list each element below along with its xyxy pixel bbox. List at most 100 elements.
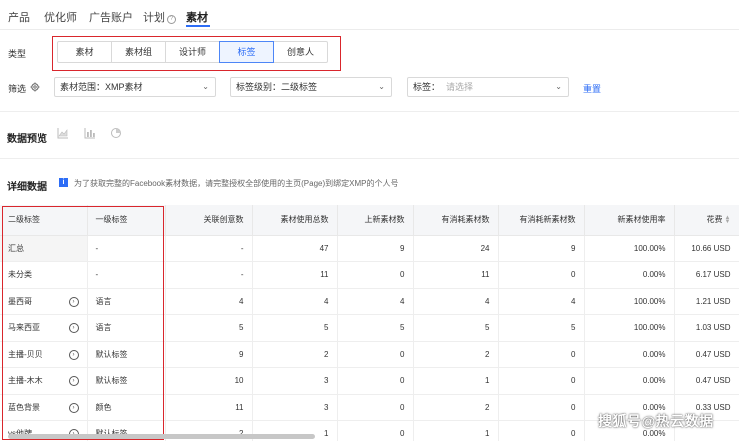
type-option-tag[interactable]: 标签 [219,41,274,63]
type-option-material-group[interactable]: 素材组 [111,41,166,63]
type-option-creator[interactable]: 创意人 [273,41,328,63]
cell-text: 11 [235,402,244,412]
cell-text: 9 [400,243,405,253]
cell-text: 1 [485,376,490,386]
tag-select-label: 标签： [413,82,441,92]
cell-text: 5 [239,323,244,333]
cell-rate: 0.00% [584,367,675,395]
column-header[interactable]: 素材使用总数 [252,205,338,236]
cell-rate: 100.00% [584,314,675,342]
cell-text: 1.21 USD [695,296,731,306]
cell-text: 0 [400,429,405,439]
cell-new: 5 [337,314,414,342]
tab-material[interactable]: 素材 [186,9,208,25]
cell-total: 3 [252,394,338,421]
active-tab-indicator [186,25,210,27]
detail-title: 详细数据 [7,182,47,193]
column-header[interactable]: 上新素材数 [337,205,414,236]
area-chart-icon[interactable] [57,127,69,139]
column-header[interactable]: 关联创意数 [165,205,253,236]
tab-product[interactable]: 产品 [8,9,30,25]
gear-icon[interactable] [30,82,40,92]
column-header[interactable]: 新素材使用率 [584,205,675,236]
cell-text: 5 [485,323,490,333]
cell-total: 11 [252,261,338,289]
cell-text: 4 [239,296,244,306]
tag-select[interactable]: 标签： 请选择 ⌄ [407,77,569,97]
column-header[interactable]: 有消耗素材数 [413,205,499,236]
cell-new: 0 [337,367,414,395]
cell-text: 0 [571,376,576,386]
cell-spend: 0.47 USD [674,341,739,368]
cell-text: 100.00% [633,243,666,253]
cell-consumed: 1 [413,420,499,441]
cell-text: 0.47 USD [695,349,731,359]
type-option-designer[interactable]: 设计师 [165,41,220,63]
cell-new: 0 [337,341,414,368]
column-header-spend[interactable]: 花费 ▲ ▼ [674,205,739,236]
cell-text: 3 [324,402,329,412]
cell-consumed_new: 0 [498,261,585,289]
reset-button[interactable]: 重置 [583,82,601,95]
highlight-box [2,206,164,440]
cell-text: 11 [481,270,490,280]
chevron-down-icon: ⌄ [555,82,562,91]
type-segmented-control: 素材 素材组 设计师 标签 创意人 [57,41,328,63]
tab-ad-account[interactable]: 广告账户 [89,9,133,25]
cell-consumed_new: 0 [498,420,585,441]
cell-spend: 1.03 USD [674,314,739,342]
type-option-material[interactable]: 素材 [57,41,112,63]
cell-text: 2 [485,402,490,412]
bar-chart-icon[interactable] [84,127,96,139]
cell-consumed: 1 [413,367,499,395]
cell-text: 6.17 USD [695,270,731,280]
cell-text: 100.00% [633,296,666,306]
cell-text: 0 [400,270,405,280]
cell-text: - [240,243,244,253]
scope-select-value: 素材范围：XMP素材 [60,82,143,92]
cell-text: 9 [239,349,244,359]
cell-new: 0 [337,261,414,289]
cell-consumed: 4 [413,288,499,315]
preview-title: 数据预览 [7,134,47,145]
pie-chart-icon[interactable] [110,127,122,139]
level-select[interactable]: 标签级别：二级标签 ⌄ [230,77,392,97]
cell-creatives: - [165,261,253,289]
watermark: 搜狐号@热云数据 [598,413,714,429]
chevron-down-icon: ⌄ [202,82,209,91]
cell-consumed_new: 4 [498,288,585,315]
cell-consumed_new: 0 [498,367,585,395]
level-select-value: 标签级别：二级标签 [236,82,318,92]
cell-consumed_new: 9 [498,235,585,262]
cell-rate: 100.00% [584,235,675,262]
column-header[interactable]: 有消耗新素材数 [498,205,585,236]
sort-icon[interactable]: ▲ ▼ [725,215,731,225]
cell-text: 100.00% [633,323,666,333]
tab-optimizer[interactable]: 优化师 [44,9,77,25]
cell-spend: 0.47 USD [674,367,739,395]
scope-select[interactable]: 素材范围：XMP素材 ⌄ [54,77,216,97]
cell-text: 0 [400,376,405,386]
cell-text: 0.00% [642,270,666,280]
cell-spend: 6.17 USD [674,261,739,289]
tag-select-placeholder: 请选择 [446,82,474,92]
cell-text: 0 [571,270,576,280]
top-nav: 产品 优化师 广告账户 计划? 素材 [0,0,739,30]
cell-text: 0.47 USD [695,376,731,386]
help-icon[interactable]: ? [167,15,176,24]
info-notice: 为了获取完整的Facebook素材数据，请完整授权全部使用的主页(Page)到绑… [74,179,399,188]
cell-rate: 0.00% [584,261,675,289]
cell-creatives: 5 [165,314,253,342]
cell-text: 4 [571,296,576,306]
cell-total: 2 [252,341,338,368]
cell-creatives: 10 [165,367,253,395]
cell-text: 47 [319,243,329,253]
cell-text: 1 [324,429,329,439]
cell-text: 1.03 USD [695,323,731,333]
horizontal-scrollbar[interactable] [8,434,315,439]
cell-text: 0 [400,349,405,359]
cell-rate: 0.00% [584,341,675,368]
cell-consumed: 5 [413,314,499,342]
type-label: 类型 [8,49,27,59]
tab-plan[interactable]: 计划? [143,9,176,25]
